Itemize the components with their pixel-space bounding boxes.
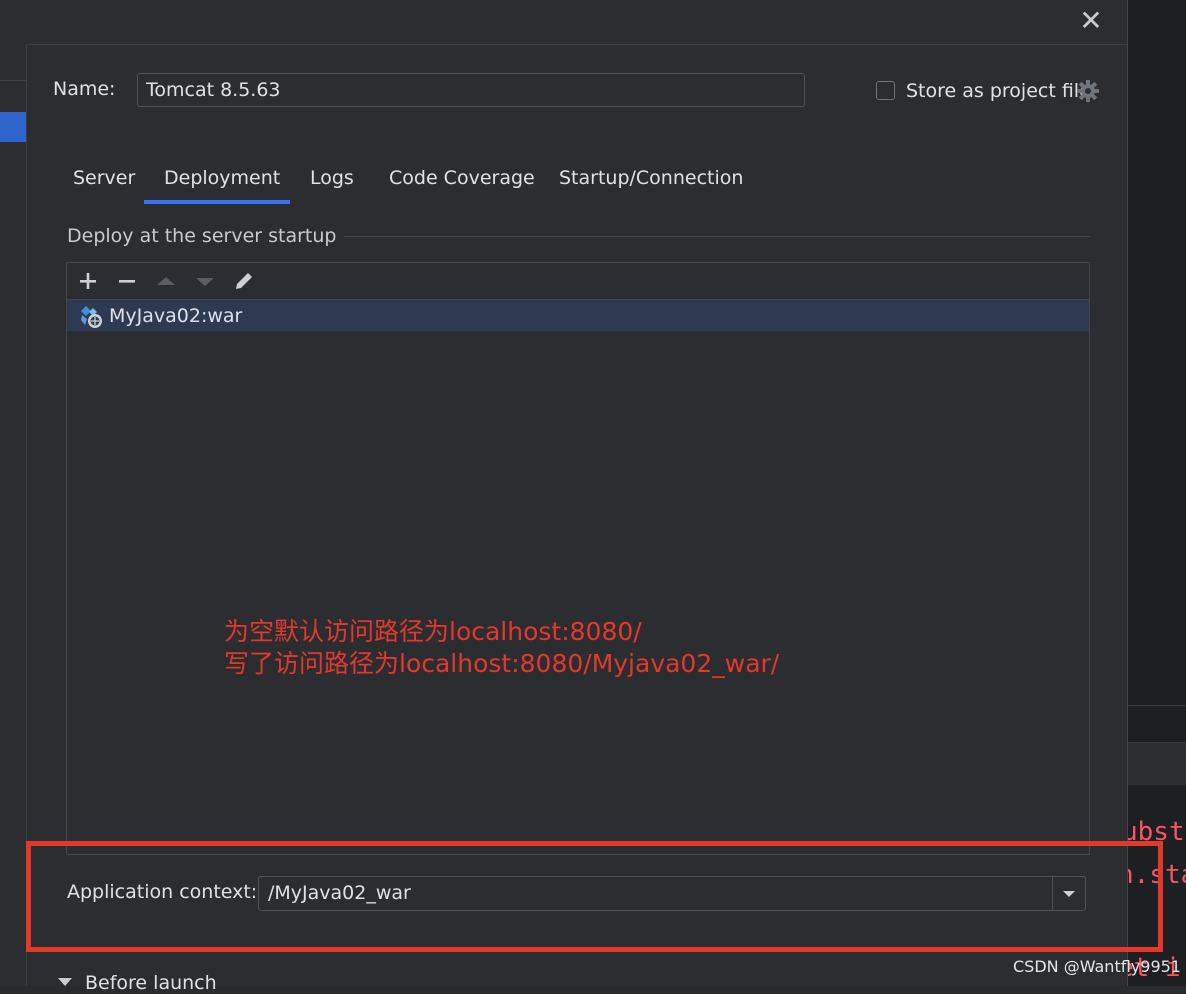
store-as-project-file-label[interactable]: Store as project file (906, 80, 1091, 102)
close-icon[interactable]: ✕ (1078, 6, 1104, 36)
tab-deployment[interactable]: Deployment (164, 167, 280, 189)
annotation-text: 为空默认访问路径为localhost:8080/ 写了访问路径为localhos… (224, 616, 779, 680)
tab-code-coverage[interactable]: Code Coverage (389, 167, 535, 189)
active-tab-indicator (144, 200, 290, 204)
edit-icon[interactable] (231, 268, 257, 294)
collapse-arrow-icon[interactable] (58, 978, 72, 986)
configuration-tree-panel (0, 44, 27, 986)
gear-icon[interactable] (1076, 79, 1100, 103)
tab-startup-connection[interactable]: Startup/Connection (559, 167, 743, 189)
before-launch-label[interactable]: Before launch (85, 972, 217, 994)
deploy-section-title: Deploy at the server startup (67, 225, 345, 247)
section-divider (318, 236, 1091, 237)
editor-tool-panel-header (1128, 742, 1186, 785)
move-up-icon[interactable] (153, 268, 179, 294)
artifact-war-icon (81, 306, 102, 328)
tab-server[interactable]: Server (73, 167, 135, 189)
highlight-frame (26, 841, 1163, 952)
tree-selected-item[interactable] (0, 112, 26, 142)
add-icon[interactable] (75, 268, 101, 294)
name-label: Name: (53, 78, 116, 100)
move-down-icon[interactable] (192, 268, 218, 294)
store-as-project-file-checkbox[interactable] (876, 81, 895, 100)
name-input[interactable] (137, 73, 805, 107)
deployment-list (66, 262, 1090, 855)
remove-icon[interactable] (114, 268, 140, 294)
tree-toolbar-divider (0, 80, 26, 81)
dialog-title-bar (0, 0, 1127, 45)
annotation-line: 写了访问路径为localhost:8080/Myjava02_war/ (224, 649, 780, 678)
annotation-line: 为空默认访问路径为localhost:8080/ (224, 617, 642, 646)
watermark: CSDN @Wantfly9951 (1013, 957, 1181, 976)
artifact-label: MyJava02:war (109, 305, 243, 327)
editor-divider (1128, 705, 1186, 706)
tab-logs[interactable]: Logs (310, 167, 354, 189)
